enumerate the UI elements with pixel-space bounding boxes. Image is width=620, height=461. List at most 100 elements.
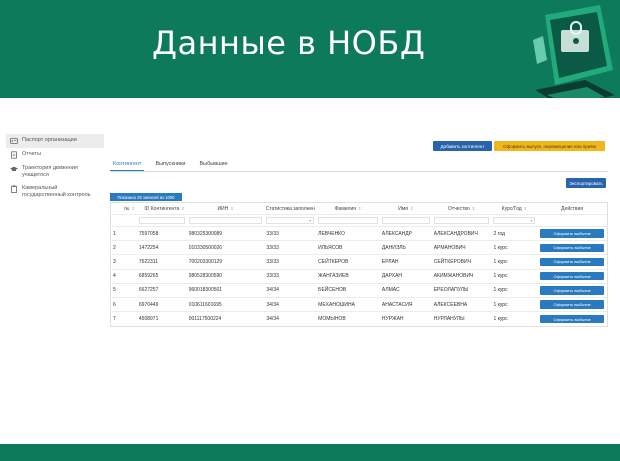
- cell-surname: БЕЙСЕНОВ: [318, 287, 347, 294]
- cell-iin: 980325300089: [188, 230, 223, 237]
- cell-id: 6627257: [138, 287, 159, 294]
- sort-icon: ⇕: [131, 206, 135, 211]
- table-row: 1 7597058 980325300089 33/33 ЛЕВЧЕНКО АЛЕКСАН…: [111, 227, 607, 242]
- column-header-surname[interactable]: Фамилия ⇕: [316, 203, 380, 214]
- column-header-statistics[interactable]: Статистика заполнен: [264, 203, 316, 214]
- sort-icon: ⇕: [230, 206, 234, 211]
- table-row: 7 4508971 001117500224 34/34 МОМЫНОВ НУРЖАН НУ…: [111, 312, 607, 326]
- sidebar-item-trajectory[interactable]: Траектория движения учащегося: [6, 162, 104, 182]
- cell-name: АЛМАС: [381, 287, 400, 294]
- cell-course: 1 курс: [493, 258, 508, 265]
- sidebar-item-reports[interactable]: Отчеты: [6, 148, 104, 162]
- table-row: 4 6859265 980528300590 33/33 ЖАНГАЗИЕВ ДАРХАН…: [111, 270, 607, 284]
- chevron-down-icon: ▾: [530, 218, 533, 223]
- table-row: 6 6970449 010611601695 34/34 МЕХАНОШИНА АНАСТ…: [111, 298, 607, 313]
- cell-patronymic: ЕРЕОЛАПУЛЫ: [433, 287, 469, 294]
- cell-id: 7597058: [138, 230, 159, 237]
- cell-course: 1 курс: [493, 301, 508, 308]
- cell-number: 3: [113, 258, 116, 265]
- cell-patronymic: НУРЛАНУЛЫ: [433, 316, 465, 323]
- cell-actions: Оформить выбытие: [537, 241, 607, 254]
- cell-surname: ЛЕВЧЕНКО: [318, 230, 345, 237]
- table-filter-row: ▾ ▾: [111, 215, 607, 227]
- cell-name: НУРЖАН: [381, 316, 404, 323]
- sidebar: Паспорт организации Отчеты Траектория дв…: [6, 134, 104, 203]
- filter-course-select[interactable]: ▾: [493, 217, 536, 224]
- graduation-cap-icon: [10, 166, 18, 171]
- withdraw-button[interactable]: Оформить выбытие: [540, 271, 605, 281]
- footer-bar: [0, 444, 620, 461]
- tabs-divider: [110, 171, 608, 172]
- cell-surname: ЖАНГАЗИЕВ: [318, 273, 349, 280]
- column-header-name[interactable]: Имя ⇕: [380, 203, 432, 214]
- column-header-iin[interactable]: ИИН ⇕: [187, 203, 265, 214]
- sidebar-item-label: Паспорт организации: [22, 137, 77, 143]
- cell-patronymic: АЛЕКСАНДРОВИЧ: [433, 230, 478, 237]
- cell-number: 6: [113, 301, 116, 308]
- tab-bar: Контингент Выпускники Выбывшие: [110, 159, 231, 171]
- sidebar-item-control[interactable]: Камеральный государственный контроль: [6, 182, 104, 202]
- withdraw-button[interactable]: Оформить выбытие: [540, 229, 605, 238]
- cell-actions: Оформить выбытие: [537, 227, 607, 240]
- cell-statistics: 33/33: [266, 244, 279, 251]
- withdraw-button[interactable]: Оформить выбытие: [540, 314, 605, 324]
- filter-id-input[interactable]: [138, 217, 185, 224]
- tab-graduates[interactable]: Выпускники: [152, 159, 188, 171]
- filter-statistics-select[interactable]: ▾: [266, 217, 315, 224]
- cell-actions: Оформить выбытие: [537, 270, 607, 283]
- cell-iin: 001117500224: [188, 316, 222, 323]
- cell-surname: СЕЙТКЕРОВ: [318, 258, 349, 265]
- cell-name: ДАРХАН: [381, 273, 403, 280]
- graduation-transfer-button[interactable]: Оформить выпуск, перемещение или приём: [494, 141, 605, 151]
- sort-icon: ⇕: [410, 206, 414, 211]
- filter-surname-input[interactable]: [318, 217, 378, 224]
- tab-dropped[interactable]: Выбывшие: [196, 159, 230, 171]
- withdraw-button[interactable]: Оформить выбытие: [540, 243, 605, 253]
- document-icon: [11, 151, 17, 159]
- sidebar-item-passport[interactable]: Паспорт организации: [6, 134, 104, 148]
- filter-patronymic-input[interactable]: [433, 217, 490, 224]
- cell-id: 7522311: [138, 258, 159, 265]
- cell-iin: 700203300129: [188, 258, 223, 265]
- column-header-id[interactable]: ID Контингента ⇕: [137, 203, 187, 214]
- clipboard-icon: [11, 185, 17, 194]
- page: Данные в НОБД Паспорт организации Отчеты…: [0, 0, 620, 461]
- sidebar-item-label: Траектория движения учащегося: [22, 165, 78, 179]
- filter-name-input[interactable]: [381, 217, 430, 224]
- cell-course: 1 курс: [493, 273, 508, 280]
- cell-statistics: 34/34: [266, 287, 279, 294]
- header-banner: Данные в НОБД: [0, 0, 620, 98]
- sort-icon: ⇕: [357, 206, 362, 211]
- cell-name: ДАНИЭЛЬ: [381, 244, 406, 251]
- table-body: 1 7597058 980325300089 33/33 ЛЕВЧЕНКО АЛЕКСАН…: [111, 227, 607, 326]
- column-header-number[interactable]: № ⇕: [111, 203, 137, 214]
- cell-actions: Оформить выбытие: [537, 284, 607, 297]
- cell-course: 1 курс: [493, 316, 508, 323]
- chevron-down-icon: ▾: [309, 218, 312, 223]
- column-header-patronymic[interactable]: Отчество ⇕: [432, 203, 492, 214]
- sort-icon: ⇕: [471, 206, 476, 211]
- cell-statistics: 33/33: [266, 273, 279, 280]
- cell-actions: Оформить выбытие: [537, 298, 607, 311]
- records-count-badge: Показано 25 записей из 1000: [110, 193, 182, 201]
- cell-course: 1 курс: [493, 244, 508, 251]
- cell-id: 6859265: [138, 273, 159, 280]
- cell-patronymic: СЕЙТКЕРОВИЧ: [433, 258, 471, 265]
- column-header-course[interactable]: Курс/Год ⇕: [491, 203, 537, 214]
- table-header-row: № ⇕ ID Контингента ⇕ ИИН ⇕ Статистика запол…: [111, 203, 607, 215]
- add-contingent-button[interactable]: Добавить контингент: [433, 141, 492, 151]
- withdraw-button[interactable]: Оформить выбытие: [540, 286, 605, 295]
- filter-iin-input[interactable]: [188, 217, 263, 224]
- cell-number: 2: [113, 244, 116, 251]
- export-button[interactable]: Экспортировать: [566, 178, 606, 188]
- cell-number: 5: [113, 287, 116, 294]
- cell-number: 4: [113, 273, 116, 280]
- table-row: 5 6627257 960018300501 34/34 БЕЙСЕНОВ АЛМАС ЕР…: [111, 284, 607, 298]
- withdraw-button[interactable]: Оформить выбытие: [540, 300, 605, 309]
- cell-statistics: 33/33: [266, 258, 279, 265]
- tab-contingent[interactable]: Контингент: [110, 159, 145, 171]
- slide-title: Данные в НОБД: [152, 24, 426, 62]
- column-header-actions: Действия: [561, 205, 584, 212]
- withdraw-button[interactable]: Оформить выбытие: [540, 257, 605, 267]
- approved-laptop-illustration: [533, 5, 615, 98]
